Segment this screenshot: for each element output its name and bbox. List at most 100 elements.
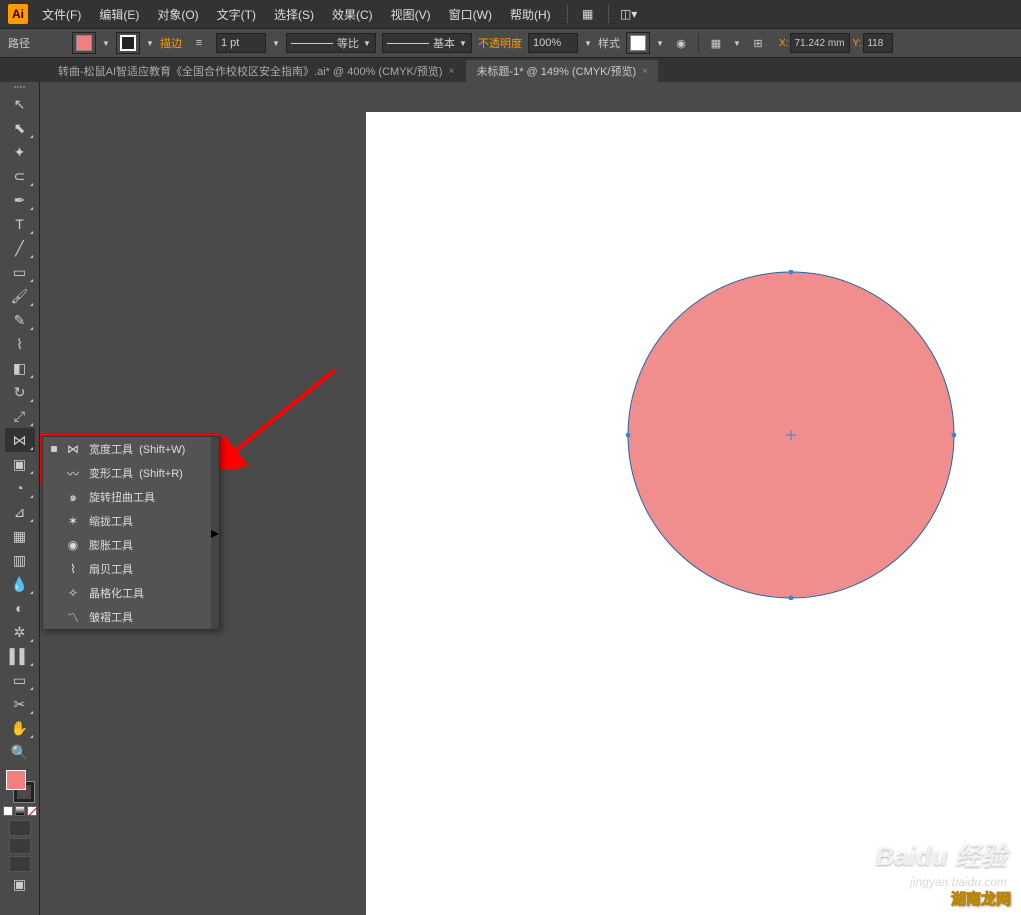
screen-mode-icon[interactable]: ▣: [5, 872, 35, 896]
pencil-tool[interactable]: ✎: [5, 308, 35, 332]
rectangle-tool[interactable]: ▭: [5, 260, 35, 284]
menu-file[interactable]: 文件(F): [34, 2, 89, 27]
bridge-icon[interactable]: ▦: [576, 5, 600, 23]
type-tool[interactable]: T: [5, 212, 35, 236]
fill-color-icon[interactable]: [6, 770, 26, 790]
y-value-input[interactable]: 118: [863, 33, 893, 53]
hand-tool[interactable]: ✋: [5, 716, 35, 740]
rotate-tool[interactable]: ↻: [5, 380, 35, 404]
zoom-tool[interactable]: 🔍: [5, 740, 35, 764]
symbol-sprayer-tool[interactable]: ✲: [5, 620, 35, 644]
width-tool[interactable]: ⋈: [5, 428, 35, 452]
menu-help[interactable]: 帮助(H): [502, 2, 559, 27]
wrinkle-tool-icon: 〽: [65, 609, 81, 625]
perspective-grid-tool[interactable]: ⊿: [5, 500, 35, 524]
width-tool-icon: ⋈: [65, 441, 81, 457]
free-transform-tool[interactable]: ▣: [5, 452, 35, 476]
style-label[interactable]: 样式: [598, 35, 620, 51]
menu-view[interactable]: 视图(V): [383, 2, 439, 27]
eyedropper-tool[interactable]: 💧: [5, 572, 35, 596]
color-mode-color[interactable]: [3, 806, 13, 816]
color-mode-buttons: [3, 806, 37, 816]
scale-tool[interactable]: ⤢: [5, 404, 35, 428]
gradient-tool[interactable]: ▥: [5, 548, 35, 572]
align-icon[interactable]: ▦: [705, 32, 727, 54]
x-label: X:: [779, 38, 788, 49]
flyout-pucker-tool[interactable]: ✶ 缩拢工具: [43, 509, 211, 533]
stroke-link-icon[interactable]: ≡: [188, 32, 210, 54]
fill-dropdown-icon[interactable]: ▼: [102, 39, 110, 48]
menu-edit[interactable]: 编辑(E): [91, 2, 147, 27]
eraser-tool[interactable]: ◧: [5, 356, 35, 380]
style-swatch[interactable]: [626, 32, 650, 54]
slice-tool[interactable]: ✂: [5, 692, 35, 716]
watermark-url: jingyan.baidu.com: [910, 875, 1007, 889]
menu-effect[interactable]: 效果(C): [324, 2, 381, 27]
stroke-dropdown-icon[interactable]: ▼: [146, 39, 154, 48]
flyout-bloat-tool[interactable]: ◉ 膨胀工具: [43, 533, 211, 557]
panel-grip-icon[interactable]: [5, 84, 35, 90]
pen-tool[interactable]: ✒: [5, 188, 35, 212]
variable-width-profile[interactable]: 等比▼: [286, 33, 376, 53]
column-graph-tool[interactable]: ▌▌: [5, 644, 35, 668]
flyout-wrinkle-tool[interactable]: 〽 皱褶工具: [43, 605, 211, 629]
tool-flyout-menu: ⋈ 宽度工具 (Shift+W) 〰 变形工具 (Shift+R) ๑ 旋转扭曲…: [42, 436, 220, 630]
stroke-swatch[interactable]: [116, 32, 140, 54]
arrange-docs-icon[interactable]: ◫▾: [617, 5, 641, 23]
menu-type[interactable]: 文字(T): [209, 2, 264, 27]
menu-window[interactable]: 窗口(W): [441, 2, 500, 27]
doc-tab-2-label: 未标题-1* @ 149% (CMYK/预览): [476, 63, 636, 79]
flyout-warp-tool[interactable]: 〰 变形工具 (Shift+R): [43, 461, 211, 485]
stroke-weight-input[interactable]: [216, 33, 266, 53]
bullet-icon: [51, 446, 57, 452]
opacity-input[interactable]: [528, 33, 578, 53]
color-mode-none[interactable]: [27, 806, 37, 816]
crystallize-tool-icon: ✧: [65, 585, 81, 601]
paintbrush-tool[interactable]: 🖌: [5, 284, 35, 308]
menu-bar: Ai 文件(F) 编辑(E) 对象(O) 文字(T) 选择(S) 效果(C) 视…: [0, 0, 1021, 28]
blob-brush-tool[interactable]: ⌇: [5, 332, 35, 356]
brush-definition[interactable]: 基本▼: [382, 33, 472, 53]
menu-object[interactable]: 对象(O): [149, 2, 206, 27]
stroke-label[interactable]: 描边: [160, 35, 182, 51]
close-icon[interactable]: ×: [449, 66, 455, 77]
document-tabs: 转曲-松鼠AI智适应教育《全国合作校校区安全指南》.ai* @ 400% (CM…: [0, 58, 1021, 82]
doc-tab-1[interactable]: 转曲-松鼠AI智适应教育《全国合作校校区安全指南》.ai* @ 400% (CM…: [48, 60, 464, 82]
flyout-crystallize-tool[interactable]: ✧ 晶格化工具: [43, 581, 211, 605]
recolor-icon[interactable]: ◉: [670, 32, 692, 54]
app-logo-icon: Ai: [8, 4, 28, 24]
color-mode-gradient[interactable]: [15, 806, 25, 816]
control-bar: 路径 ▼ ▼ 描边 ≡ ▼ 等比▼ 基本▼ 不透明度 ▼ 样式 ▼ ◉ ▦ ▼ …: [0, 28, 1021, 58]
opacity-label[interactable]: 不透明度: [478, 35, 522, 51]
twirl-tool-icon: ๑: [65, 489, 81, 505]
transform-icon[interactable]: ⊞: [747, 32, 769, 54]
close-icon[interactable]: ×: [642, 66, 648, 77]
watermark-site: 湖南龙网: [951, 888, 1011, 909]
draw-behind-icon[interactable]: [9, 838, 31, 854]
watermark-baidu: Baidu 经验: [876, 836, 1007, 873]
line-tool[interactable]: ╱: [5, 236, 35, 260]
tearoff-handle[interactable]: ▸: [211, 437, 219, 629]
doc-tab-1-label: 转曲-松鼠AI智适应教育《全国合作校校区安全指南》.ai* @ 400% (CM…: [58, 63, 443, 79]
flyout-scallop-tool[interactable]: ⌇ 扇贝工具: [43, 557, 211, 581]
shape-builder-tool[interactable]: ◔: [5, 476, 35, 500]
magic-wand-tool[interactable]: ✦: [5, 140, 35, 164]
tools-panel: ↖ ⬉ ✦ ⊂ ✒ T ╱ ▭ 🖌 ✎ ⌇ ◧ ↻ ⤢ ⋈ ▣ ◔ ⊿ ▦ ▥ …: [0, 82, 40, 915]
doc-tab-2[interactable]: 未标题-1* @ 149% (CMYK/预览) ×: [466, 60, 658, 82]
blend-tool[interactable]: ◐: [5, 596, 35, 620]
flyout-width-tool[interactable]: ⋈ 宽度工具 (Shift+W): [43, 437, 211, 461]
draw-inside-icon[interactable]: [9, 856, 31, 872]
draw-normal-icon[interactable]: [9, 820, 31, 836]
selection-tool[interactable]: ↖: [5, 92, 35, 116]
direct-selection-tool[interactable]: ⬉: [5, 116, 35, 140]
flyout-twirl-tool[interactable]: ๑ 旋转扭曲工具: [43, 485, 211, 509]
artboard-tool[interactable]: ▭: [5, 668, 35, 692]
fill-stroke-control[interactable]: [4, 768, 36, 804]
menu-select[interactable]: 选择(S): [266, 2, 322, 27]
fill-swatch[interactable]: [72, 32, 96, 54]
mesh-tool[interactable]: ▦: [5, 524, 35, 548]
y-label: Y:: [852, 38, 861, 49]
lasso-tool[interactable]: ⊂: [5, 164, 35, 188]
x-value-input[interactable]: 71.242 mm: [790, 33, 850, 53]
circle-shape[interactable]: [626, 270, 956, 600]
